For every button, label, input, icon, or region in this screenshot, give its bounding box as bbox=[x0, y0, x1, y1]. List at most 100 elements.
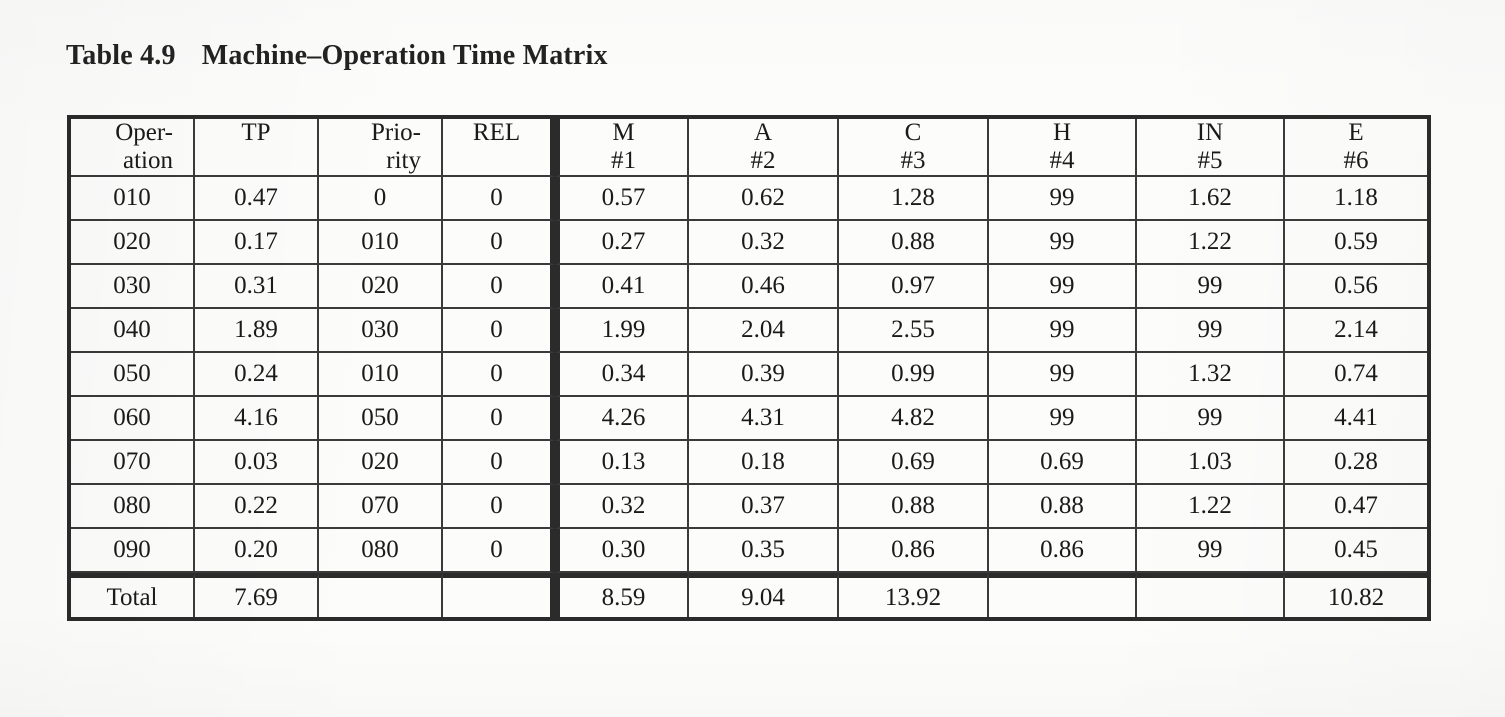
table-cell: 0.31 bbox=[195, 265, 319, 309]
table-cell: 2.14 bbox=[1285, 309, 1427, 353]
table-cell: 0.18 bbox=[689, 441, 839, 485]
column-header-line1: TP bbox=[241, 119, 271, 146]
column-header-line2: rity bbox=[386, 147, 421, 174]
table-header-row: Oper-ation TP Prio-rity REL M #1 A #2 C #3 H #4 IN… bbox=[71, 119, 1427, 177]
table-cell: 10.82 bbox=[1285, 573, 1427, 617]
column-header-line2: #4 bbox=[1049, 147, 1075, 174]
column-header-5: M #1 bbox=[555, 119, 689, 177]
table-caption-title: Machine–Operation Time Matrix bbox=[201, 40, 608, 71]
table-row: 020 0.17 010 0 0.27 0.32 0.88 99 1.22 0.59 bbox=[71, 221, 1427, 265]
column-header-line2 bbox=[449, 147, 544, 175]
table-cell: 0.97 bbox=[839, 265, 989, 309]
table-cell: 99 bbox=[989, 397, 1137, 441]
table-cell: 050 bbox=[71, 353, 195, 397]
table-cell: 99 bbox=[1137, 397, 1285, 441]
table-cell: 1.18 bbox=[1285, 177, 1427, 221]
column-header-line2: #5 bbox=[1197, 147, 1223, 174]
table-cell: 0.32 bbox=[555, 485, 689, 529]
table-cell: 010 bbox=[319, 221, 443, 265]
table-cell: 0.34 bbox=[555, 353, 689, 397]
table-cell: 0.45 bbox=[1285, 529, 1427, 573]
column-header-line1: Prio- bbox=[371, 119, 421, 146]
table-cell: 4.16 bbox=[195, 397, 319, 441]
table-cell: 0.32 bbox=[689, 221, 839, 265]
table-caption-number: Table 4.9 bbox=[66, 40, 176, 71]
table-cell: 0 bbox=[443, 309, 555, 353]
table-cell: 0.62 bbox=[689, 177, 839, 221]
column-header-line2: #1 bbox=[611, 147, 636, 174]
table-cell: 080 bbox=[319, 529, 443, 573]
table-cell: 99 bbox=[989, 177, 1137, 221]
column-header-7: C #3 bbox=[839, 119, 989, 177]
table-cell: 0.39 bbox=[689, 353, 839, 397]
table-cell: 0.30 bbox=[555, 529, 689, 573]
table-row: 090 0.20 080 0 0.30 0.35 0.86 0.86 99 0.45 bbox=[71, 529, 1427, 573]
column-header-line2: #3 bbox=[900, 147, 926, 174]
table-cell: 070 bbox=[71, 441, 195, 485]
column-header-8: H #4 bbox=[989, 119, 1137, 177]
table-cell: 99 bbox=[989, 265, 1137, 309]
table-row: 060 4.16 050 0 4.26 4.31 4.82 99 99 4.41 bbox=[71, 397, 1427, 441]
table-row: 050 0.24 010 0 0.34 0.39 0.99 99 1.32 0.74 bbox=[71, 353, 1427, 397]
table-cell: 0.47 bbox=[1285, 485, 1427, 529]
table-cell: 0.37 bbox=[689, 485, 839, 529]
column-header-line1: Oper- bbox=[115, 119, 173, 146]
column-header-line1: C bbox=[904, 119, 922, 146]
table-cell: 1.89 bbox=[195, 309, 319, 353]
table-cell: 1.32 bbox=[1137, 353, 1285, 397]
column-header-line1: IN bbox=[1196, 119, 1224, 146]
table-cell: 020 bbox=[319, 441, 443, 485]
table-cell: 010 bbox=[71, 177, 195, 221]
table-cell: 0.88 bbox=[839, 485, 989, 529]
table-cell: 030 bbox=[319, 309, 443, 353]
table-cell: 060 bbox=[71, 397, 195, 441]
table-row: 080 0.22 070 0 0.32 0.37 0.88 0.88 1.22 0.47 bbox=[71, 485, 1427, 529]
table-cell: 99 bbox=[989, 353, 1137, 397]
table-cell: 0 bbox=[319, 177, 443, 221]
table-cell: 0.99 bbox=[839, 353, 989, 397]
table-cell: 9.04 bbox=[689, 573, 839, 617]
column-header-4: REL bbox=[443, 119, 555, 177]
table-cell: 0 bbox=[443, 397, 555, 441]
table-cell: 99 bbox=[989, 309, 1137, 353]
table-cell: 99 bbox=[1137, 265, 1285, 309]
table-row: 010 0.47 0 0 0.57 0.62 1.28 99 1.62 1.18 bbox=[71, 177, 1427, 221]
table-cell: 7.69 bbox=[195, 573, 319, 617]
table-cell: 99 bbox=[1137, 309, 1285, 353]
table-cell: 0.88 bbox=[839, 221, 989, 265]
table-cell: 0 bbox=[443, 177, 555, 221]
table-cell: 13.92 bbox=[839, 573, 989, 617]
table-cell bbox=[989, 573, 1137, 617]
table-cell: 0.27 bbox=[555, 221, 689, 265]
table-cell: 0.69 bbox=[989, 441, 1137, 485]
table-cell: 0.20 bbox=[195, 529, 319, 573]
table-cell: 4.31 bbox=[689, 397, 839, 441]
table-cell: 0 bbox=[443, 529, 555, 573]
table-cell: 080 bbox=[71, 485, 195, 529]
table-cell: 040 bbox=[71, 309, 195, 353]
table-cell: 0 bbox=[443, 353, 555, 397]
table-cell: 010 bbox=[319, 353, 443, 397]
column-header-line2 bbox=[201, 147, 311, 175]
column-header-line1: M bbox=[612, 119, 635, 146]
table-cell: 0.88 bbox=[989, 485, 1137, 529]
table-cell: 070 bbox=[319, 485, 443, 529]
table-row: 040 1.89 030 0 1.99 2.04 2.55 99 99 2.14 bbox=[71, 309, 1427, 353]
column-header-1: Oper-ation bbox=[71, 119, 195, 177]
table-cell: 1.99 bbox=[555, 309, 689, 353]
column-header-line2: ation bbox=[123, 147, 173, 174]
table-cell: 030 bbox=[71, 265, 195, 309]
table-cell: 8.59 bbox=[555, 573, 689, 617]
table-cell: 0.46 bbox=[689, 265, 839, 309]
table-caption: Table 4.9 Machine–Operation Time Matrix bbox=[66, 40, 608, 72]
table-cell: 0.47 bbox=[195, 177, 319, 221]
table-cell: 4.82 bbox=[839, 397, 989, 441]
table-cell: 2.55 bbox=[839, 309, 989, 353]
table-cell: 4.26 bbox=[555, 397, 689, 441]
machine-operation-time-matrix-table: Oper-ation TP Prio-rity REL M #1 A #2 C #3 H #4 IN… bbox=[67, 115, 1431, 621]
column-header-line1: E bbox=[1348, 119, 1364, 146]
table-cell: 1.28 bbox=[839, 177, 989, 221]
column-header-line2: #6 bbox=[1343, 147, 1369, 174]
table-cell: 1.22 bbox=[1137, 485, 1285, 529]
scanned-page: Table 4.9 Machine–Operation Time Matrix O… bbox=[0, 0, 1505, 717]
